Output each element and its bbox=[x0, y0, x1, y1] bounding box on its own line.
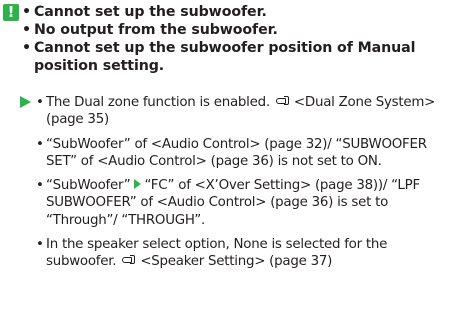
cause-item: • “SubWoofer” of <Audio Control> (page 3… bbox=[36, 136, 460, 171]
warning-symbol: ! bbox=[7, 3, 15, 21]
problem-item: • Cannot set up the subwoofer. bbox=[22, 3, 462, 21]
problem-text: No output from the subwoofer. bbox=[34, 22, 278, 38]
cause-item: • “SubWoofer” “FC” of <X’Over Setting> (p… bbox=[36, 177, 460, 229]
cause-text: The Dual zone function is enabled. bbox=[46, 95, 270, 110]
cause-list: • The Dual zone function is enabled. <Du… bbox=[36, 94, 460, 278]
problem-text: Cannot set up the subwoofer. bbox=[34, 4, 267, 20]
bullet: • bbox=[36, 95, 44, 110]
cause-item: • In the speaker select option, None is … bbox=[36, 236, 460, 271]
problem-text: Cannot set up the subwoofer position of … bbox=[34, 40, 416, 74]
bullet: • bbox=[36, 136, 44, 152]
page-reference: <Speaker Setting> (page 37) bbox=[140, 254, 333, 270]
problem-item: • Cannot set up the subwoofer position o… bbox=[22, 39, 462, 75]
cause-text-part1: “SubWoofer” bbox=[46, 178, 131, 194]
bullet: • bbox=[36, 178, 44, 194]
bullet: • bbox=[36, 237, 44, 253]
pointing-hand-icon bbox=[122, 255, 136, 265]
pointing-hand-icon bbox=[275, 96, 290, 105]
bullet: • bbox=[22, 4, 31, 20]
bullet: • bbox=[22, 22, 31, 38]
warning-badge-icon: ! bbox=[3, 4, 19, 21]
cause-text: “SubWoofer” of <Audio Control> (page 32)… bbox=[46, 136, 427, 169]
green-chevron-right-icon bbox=[134, 179, 142, 190]
problem-list: • Cannot set up the subwoofer. • No outp… bbox=[22, 3, 462, 75]
problem-item: • No output from the subwoofer. bbox=[22, 21, 462, 39]
green-arrow-right-icon bbox=[20, 96, 31, 108]
bullet: • bbox=[22, 40, 31, 56]
troubleshooting-section: ! • Cannot set up the subwoofer. • No ou… bbox=[0, 0, 464, 319]
cause-item: • The Dual zone function is enabled. <Du… bbox=[36, 94, 460, 129]
